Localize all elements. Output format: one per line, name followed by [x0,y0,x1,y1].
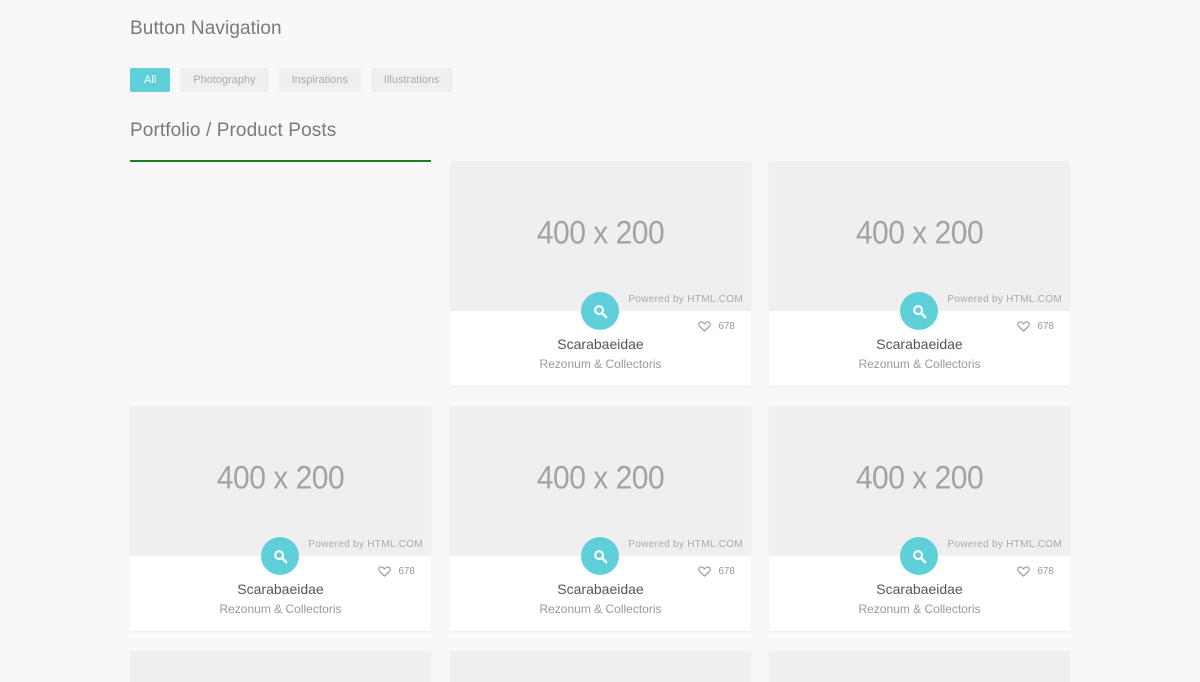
heart-icon [1017,321,1031,332]
search-icon [273,549,287,563]
like-button[interactable]: 678 [1017,321,1054,332]
card-thumbnail[interactable]: 400 x 200 Powered by HTML.COM [130,406,431,556]
zoom-button[interactable] [261,537,299,575]
zoom-button[interactable] [900,537,938,575]
search-icon [593,304,607,318]
portfolio-card: 400 x 200 Powered by HTML.COM 678 Scarab… [450,161,751,386]
filter-bar: All Photography Inspirations Illustratio… [130,68,453,92]
like-button[interactable]: 678 [378,566,415,577]
filter-button-inspirations[interactable]: Inspirations [278,68,361,92]
nav-section-title: Button Navigation [130,18,282,39]
heart-icon [698,566,712,577]
like-button[interactable]: 678 [698,321,735,332]
powered-by-label: Powered by HTML.COM [628,294,743,305]
thumbnail-placeholder-text: 400 x 200 [536,215,665,252]
search-icon [912,304,926,318]
thumbnail-placeholder-text: 400 x 200 [855,215,984,252]
powered-by-label: Powered by HTML.COM [947,539,1062,550]
card-subtitle: Rezonum & Collectoris [539,602,662,616]
heart-icon [378,566,392,577]
portfolio-card-partial[interactable] [130,651,431,682]
portfolio-card: 400 x 200 Powered by HTML.COM 678 Scarab… [450,406,751,631]
like-count: 678 [1037,566,1054,577]
thumbnail-placeholder-text: 400 x 200 [216,460,345,497]
zoom-button[interactable] [581,292,619,330]
search-icon [593,549,607,563]
like-button[interactable]: 678 [1017,566,1054,577]
card-subtitle: Rezonum & Collectoris [858,357,981,371]
card-title[interactable]: Scarabaeidae [769,336,1070,352]
filter-button-illustrations[interactable]: Illustrations [370,68,453,92]
powered-by-label: Powered by HTML.COM [628,539,743,550]
title-underline [130,160,431,162]
card-thumbnail[interactable]: 400 x 200 Powered by HTML.COM [769,161,1070,311]
filter-button-all[interactable]: All [130,68,171,92]
card-title[interactable]: Scarabaeidae [450,336,751,352]
card-title[interactable]: Scarabaeidae [130,581,431,597]
thumbnail-placeholder-text: 400 x 200 [536,460,665,497]
zoom-button[interactable] [900,292,938,330]
portfolio-section-title: Portfolio / Product Posts [130,120,337,141]
zoom-button[interactable] [581,537,619,575]
like-count: 678 [718,566,735,577]
portfolio-card-partial[interactable] [450,651,751,682]
filter-button-photography[interactable]: Photography [180,68,269,92]
card-title[interactable]: Scarabaeidae [450,581,751,597]
like-button[interactable]: 678 [698,566,735,577]
portfolio-card-partial[interactable] [769,651,1070,682]
like-count: 678 [1037,321,1054,332]
card-thumbnail[interactable]: 400 x 200 Powered by HTML.COM [450,406,751,556]
heart-icon [698,321,712,332]
powered-by-label: Powered by HTML.COM [947,294,1062,305]
card-subtitle: Rezonum & Collectoris [858,602,981,616]
like-count: 678 [398,566,415,577]
card-subtitle: Rezonum & Collectoris [219,602,342,616]
card-thumbnail[interactable]: 400 x 200 Powered by HTML.COM [769,406,1070,556]
like-count: 678 [718,321,735,332]
powered-by-label: Powered by HTML.COM [308,539,423,550]
card-thumbnail[interactable]: 400 x 200 Powered by HTML.COM [450,161,751,311]
card-subtitle: Rezonum & Collectoris [539,357,662,371]
card-title[interactable]: Scarabaeidae [769,581,1070,597]
heart-icon [1017,566,1031,577]
portfolio-card: 400 x 200 Powered by HTML.COM 678 Scarab… [769,406,1070,631]
thumbnail-placeholder-text: 400 x 200 [855,460,984,497]
portfolio-card: 400 x 200 Powered by HTML.COM 678 Scarab… [769,161,1070,386]
portfolio-card: 400 x 200 Powered by HTML.COM 678 Scarab… [130,406,431,631]
search-icon [912,549,926,563]
